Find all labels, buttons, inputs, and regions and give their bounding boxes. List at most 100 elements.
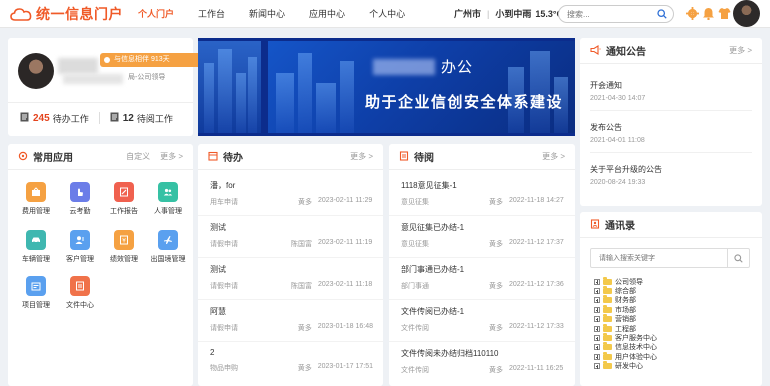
settings-icon[interactable] xyxy=(686,7,699,22)
notice-item-date: 2021-04-30 14:07 xyxy=(590,95,646,102)
todo-row[interactable]: 测试 请假申请 陈国富 2023-02-11 11:18 xyxy=(210,264,373,291)
todo-row[interactable]: 2 物品申购 黄多 2023-01-17 17:51 xyxy=(210,348,373,373)
tree-node[interactable]: 用户体验中心 xyxy=(594,351,657,361)
todo-row-title: 测试 xyxy=(210,223,226,232)
nav-app-center[interactable]: 应用中心 xyxy=(309,0,345,28)
plane-icon xyxy=(158,230,178,250)
toread-header: 待阅 更多 > xyxy=(389,144,575,170)
toread-row-meta: 部门事通 黄多 2022-11-12 17:36 xyxy=(401,281,565,291)
todo-more-link[interactable]: 更多 > xyxy=(350,151,373,162)
app-label: 绩效管理 xyxy=(110,256,138,263)
expand-icon[interactable] xyxy=(594,288,600,295)
notice-card: 通知公告 更多 > 开会通知 2021-04-30 14:07 发布公告 202… xyxy=(580,38,762,206)
app-attendance[interactable]: 云考勤 xyxy=(60,182,100,216)
tree-node[interactable]: 研发中心 xyxy=(594,361,657,371)
toread-row[interactable]: 1118意见征集-1 意见征集 黄多 2022-11-18 14:27 xyxy=(401,180,565,207)
todo-row-title: 阿慧 xyxy=(210,307,226,316)
notice-item[interactable]: 发布公告 2021-04-01 11:08 xyxy=(580,122,655,144)
todo-row-meta: 请假申请 陈国富 2023-02-11 11:18 xyxy=(210,281,373,291)
expand-icon[interactable] xyxy=(594,278,600,285)
read-stat[interactable]: 12 待阅工作 xyxy=(110,112,173,125)
tree-node[interactable]: 客户服务中心 xyxy=(594,333,657,342)
weather-separator: | xyxy=(487,9,490,19)
todo-row-category: 用车申请 xyxy=(210,199,238,206)
todo-row[interactable]: 阿慧 请假申请 黄多 2023-01-18 16:48 xyxy=(210,306,373,333)
contacts-search-input[interactable] xyxy=(591,249,721,267)
todo-row-title: 2 xyxy=(210,348,215,357)
app-project[interactable]: 项目管理 xyxy=(16,276,56,310)
shirt-icon[interactable] xyxy=(718,7,731,22)
app-file-center[interactable]: 文件中心 xyxy=(60,276,100,310)
notice-item-title: 开会通知 xyxy=(590,81,622,90)
app-work-report[interactable]: 工作报告 xyxy=(104,182,144,216)
nav-workbench[interactable]: 工作台 xyxy=(198,0,225,28)
global-search-input[interactable] xyxy=(559,6,649,22)
tree-node[interactable]: 工程部 xyxy=(594,323,657,333)
search-icon[interactable] xyxy=(657,9,667,21)
performance-icon: ¥ xyxy=(114,230,134,250)
tree-node[interactable]: 公司领导 xyxy=(594,276,657,286)
expand-icon[interactable] xyxy=(594,363,600,370)
contacts-search xyxy=(590,248,750,268)
todo-row[interactable]: 潘，for 用车申请 黄多 2023-02-11 11:29 xyxy=(210,180,373,207)
toread-row[interactable]: 意见征集已办结-1 意见征集 黄多 2022-11-12 17:37 xyxy=(401,222,565,249)
notice-title: 通知公告 xyxy=(606,47,646,58)
app-travel[interactable]: 出国境管理 xyxy=(148,230,188,264)
todo-row[interactable]: 测试 请假申请 陈国富 2023-02-11 11:19 xyxy=(210,222,373,249)
profile-stats: 245 待办工作 12 待阅工作 xyxy=(20,108,203,128)
expand-icon[interactable] xyxy=(594,306,600,313)
svg-text:¥: ¥ xyxy=(122,238,126,245)
expand-icon[interactable] xyxy=(594,344,600,351)
project-icon xyxy=(26,276,46,296)
contacts-search-icon[interactable] xyxy=(727,249,749,267)
user-avatar[interactable] xyxy=(733,0,760,27)
tree-node[interactable]: 财务部 xyxy=(594,295,657,305)
pending-stat[interactable]: 245 待办工作 xyxy=(20,112,89,125)
profile-name-blurred xyxy=(58,58,98,74)
nav-personal-center[interactable]: 个人中心 xyxy=(369,0,405,28)
nav-personal-portal[interactable]: 个人门户 xyxy=(138,0,174,28)
banner-text-blurred xyxy=(373,59,435,75)
toread-row[interactable]: 文件传阅已办结-1 文件传阅 黄多 2022-11-12 17:33 xyxy=(401,306,565,333)
bell-icon[interactable] xyxy=(702,7,715,22)
notice-icon xyxy=(590,44,601,57)
notice-item-date: 2020-08-24 19:33 xyxy=(590,179,646,186)
todo-row-date: 2023-02-11 11:19 xyxy=(318,239,373,246)
expand-icon[interactable] xyxy=(594,297,600,304)
toread-row[interactable]: 部门事通已办结-1 部门事通 黄多 2022-11-12 17:36 xyxy=(401,264,565,291)
app-hr[interactable]: 人事管理 xyxy=(148,182,188,216)
apps-customize-link[interactable]: 自定义 xyxy=(126,151,150,162)
folder-icon xyxy=(603,342,612,351)
app-label: 出国境管理 xyxy=(150,256,186,263)
top-icons xyxy=(686,7,731,22)
tree-node[interactable]: 信息技术中心 xyxy=(594,342,657,352)
toread-row-meta: 意见征集 黄多 2022-11-18 14:27 xyxy=(401,197,565,207)
tree-node[interactable]: 综合部 xyxy=(594,286,657,295)
logo[interactable]: 统一信息门户 xyxy=(10,5,123,23)
folder-icon xyxy=(603,361,612,370)
notice-item[interactable]: 开会通知 2021-04-30 14:07 xyxy=(580,80,655,102)
notice-more-link[interactable]: 更多 > xyxy=(729,45,752,56)
toread-row-date: 2022-11-12 17:37 xyxy=(509,239,564,246)
app-expense[interactable]: 费用管理 xyxy=(16,182,56,216)
toread-more-link[interactable]: 更多 > xyxy=(542,151,565,162)
nav-news-center[interactable]: 新闻中心 xyxy=(249,0,285,28)
tree-node[interactable]: 市场部 xyxy=(594,304,657,314)
notice-header: 通知公告 更多 > xyxy=(580,38,762,64)
apps-more-link[interactable]: 更多 > xyxy=(160,151,183,162)
contacts-book-icon xyxy=(590,218,600,231)
todo-row-sender: 陈国富 xyxy=(291,241,312,248)
expand-icon[interactable] xyxy=(594,325,600,332)
app-car[interactable]: 车辆管理 xyxy=(16,230,56,264)
toread-row[interactable]: 文件传阅未办结归档110110 文件传阅 黄多 2022-11-11 16:25 xyxy=(401,348,565,375)
app-performance[interactable]: ¥ 绩效管理 xyxy=(104,230,144,264)
expand-icon[interactable] xyxy=(594,335,600,342)
todo-row-meta: 物品申购 黄多 2023-01-17 17:51 xyxy=(210,363,373,373)
notice-item[interactable]: 关于平台升级的公告 2020-08-24 19:33 xyxy=(580,164,672,186)
expand-icon[interactable] xyxy=(594,316,600,323)
expand-icon[interactable] xyxy=(594,353,600,360)
toread-row-category: 部门事通 xyxy=(401,283,429,290)
app-customer[interactable]: 客户管理 xyxy=(60,230,100,264)
banner[interactable]: 办公 助于企业信创安全体系建设 xyxy=(198,38,575,136)
tree-node[interactable]: 营销部 xyxy=(594,314,657,324)
